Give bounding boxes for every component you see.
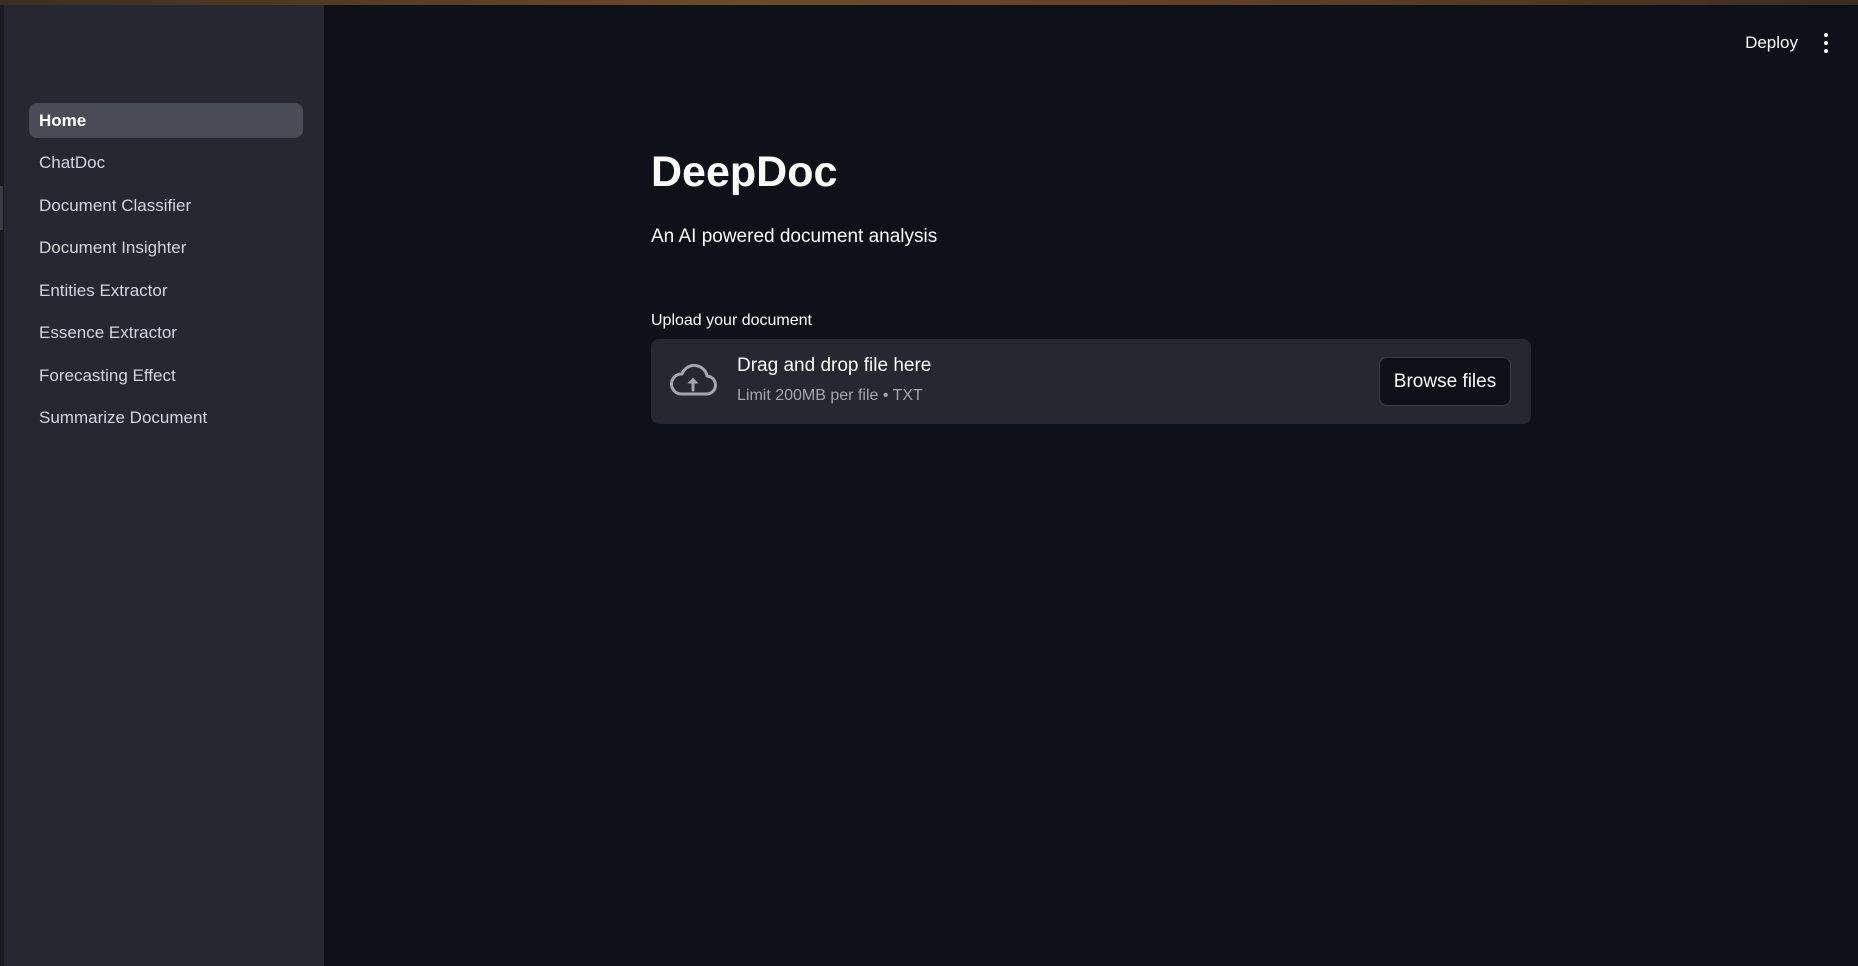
page-title: DeepDoc bbox=[651, 148, 838, 196]
sidebar-item-chatdoc[interactable]: ChatDoc bbox=[29, 146, 303, 181]
sidebar-item-label: Entities Extractor bbox=[39, 280, 168, 300]
file-dropzone[interactable]: Drag and drop file here Limit 200MB per … bbox=[651, 339, 1531, 424]
upload-label: Upload your document bbox=[651, 312, 812, 329]
dropzone-limit: Limit 200MB per file • TXT bbox=[737, 387, 923, 404]
vertical-ellipsis-icon[interactable] bbox=[1820, 31, 1832, 57]
sidebar-item-document-insighter[interactable]: Document Insighter bbox=[29, 231, 303, 266]
sidebar-item-home[interactable]: Home bbox=[29, 103, 303, 138]
deploy-button[interactable]: Deploy bbox=[1745, 33, 1798, 53]
sidebar-item-forecasting-effect[interactable]: Forecasting Effect bbox=[29, 358, 303, 393]
page-subtitle: An AI powered document analysis bbox=[651, 226, 938, 247]
main-content: DeepDoc An AI powered document analysis … bbox=[651, 140, 1531, 424]
dropzone-text: Drag and drop file here Limit 200MB per … bbox=[737, 355, 931, 405]
sidebar-item-summarize-document[interactable]: Summarize Document bbox=[29, 401, 303, 436]
sidebar-item-label: Summarize Document bbox=[39, 408, 208, 427]
sidebar: Home ChatDoc Document Classifier Documen… bbox=[4, 5, 324, 966]
sidebar-item-document-classifier[interactable]: Document Classifier bbox=[29, 188, 303, 223]
sidebar-item-label: Essence Extractor bbox=[39, 323, 177, 342]
cloud-upload-icon bbox=[670, 363, 717, 396]
app-header: Deploy bbox=[1458, 5, 1858, 81]
sidebar-item-label: ChatDoc bbox=[39, 153, 106, 172]
dropzone-title: Drag and drop file here bbox=[737, 355, 932, 376]
sidebar-item-entities-extractor[interactable]: Entities Extractor bbox=[29, 273, 303, 308]
browse-files-button[interactable]: Browse files bbox=[1379, 357, 1511, 406]
sidebar-item-label: Document Classifier bbox=[39, 195, 192, 215]
window-edge-marker bbox=[0, 186, 3, 230]
sidebar-item-label: Home bbox=[39, 110, 87, 130]
sidebar-item-label: Forecasting Effect bbox=[39, 365, 176, 385]
sidebar-nav: Home ChatDoc Document Classifier Documen… bbox=[29, 103, 303, 443]
sidebar-item-essence-extractor[interactable]: Essence Extractor bbox=[29, 316, 303, 351]
sidebar-item-label: Document Insighter bbox=[39, 238, 187, 257]
